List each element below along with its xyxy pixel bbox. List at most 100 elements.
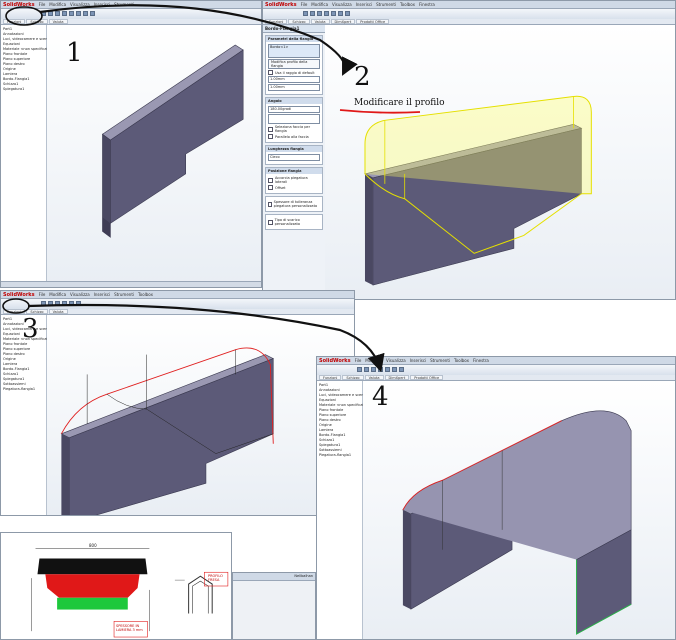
tab-schizzo[interactable]: Schizzo xyxy=(342,375,364,380)
menu-inserisci[interactable]: Inserisci xyxy=(94,2,110,7)
toolbar-icon[interactable] xyxy=(378,367,383,372)
menu-inserisci[interactable]: Inserisci xyxy=(356,2,372,7)
tab-dimxpert[interactable]: DimXpert xyxy=(384,375,410,380)
menu-visualizza[interactable]: Visualizza xyxy=(332,2,352,7)
menu-visualizza[interactable]: Visualizza xyxy=(70,2,90,7)
toolbar-icon[interactable] xyxy=(69,301,74,306)
menu-bar: SolidWorks File Modifica Visualizza Inse… xyxy=(1,291,354,299)
feature-tree: Part1 Annotazioni Luci, videocamere e sc… xyxy=(1,315,58,515)
menu-file[interactable]: File xyxy=(355,358,362,363)
tab-dimxpert[interactable]: DimXpert xyxy=(330,19,356,24)
face-selection-field[interactable] xyxy=(268,114,320,124)
graphics-area[interactable] xyxy=(325,25,675,299)
cutter-profile-label: PROFILO FRESA xyxy=(208,574,223,582)
dimension-label: 800 xyxy=(89,543,97,548)
length-type-select[interactable]: Cieco xyxy=(268,154,320,161)
tab-schizzo[interactable]: Schizzo xyxy=(26,19,48,24)
toolbar-icon[interactable] xyxy=(62,11,67,16)
menu-toolbox[interactable]: Toolbox xyxy=(454,358,469,363)
bend-radius-field[interactable]: 1.00mm xyxy=(268,76,320,83)
menu-strumenti[interactable]: Strumenti xyxy=(114,292,134,297)
toolbar-icon[interactable] xyxy=(338,11,343,16)
menu-file[interactable]: File xyxy=(39,292,46,297)
tab-funzioni[interactable]: Funzioni xyxy=(319,375,342,380)
menu-toolbox[interactable]: Toolbox xyxy=(138,292,153,297)
menu-inserisci[interactable]: Inserisci xyxy=(94,292,110,297)
menu-file[interactable]: File xyxy=(301,2,308,7)
toolbar-icon[interactable] xyxy=(41,11,46,16)
menu-finestra[interactable]: Finestra xyxy=(419,2,435,7)
gap-field[interactable]: 1.00mm xyxy=(268,84,320,91)
tab-prodotti-office[interactable]: Prodotti Office xyxy=(356,19,390,24)
use-default-radius-label: Usa il raggio di default xyxy=(275,70,315,75)
offset-checkbox[interactable] xyxy=(268,185,273,190)
tree-item[interactable]: Piegatura-flangia1 xyxy=(3,387,44,392)
menu-toolbox[interactable]: Toolbox xyxy=(400,2,415,7)
tree-item[interactable]: Piegatura-flangia1 xyxy=(319,453,360,458)
tab-schizzo[interactable]: Schizzo xyxy=(288,19,310,24)
tab-prodotti-office[interactable]: Prodotti Office xyxy=(410,375,444,380)
toolbar-icon[interactable] xyxy=(41,301,46,306)
toolbar-icon[interactable] xyxy=(392,367,397,372)
flange-preview-view xyxy=(364,95,592,286)
toolbar-icon[interactable] xyxy=(90,11,95,16)
menu-file[interactable]: File xyxy=(39,2,46,7)
menu-finestra[interactable]: Finestra xyxy=(473,358,489,363)
solidworks-logo: SolidWorks xyxy=(3,1,35,8)
toolbar-icon[interactable] xyxy=(76,11,81,16)
menu-modifica[interactable]: Modifica xyxy=(49,2,66,7)
toolbar-icon[interactable] xyxy=(48,11,53,16)
edge-selection-field[interactable]: Bordo<1> xyxy=(268,44,320,58)
parallel-face-radio[interactable] xyxy=(268,134,273,139)
toolbar-icon[interactable] xyxy=(48,301,53,306)
selection-face-radio[interactable] xyxy=(268,126,273,132)
menu-strumenti[interactable]: Strumenti xyxy=(114,2,134,7)
inset-title-text: Nellbalhan xyxy=(294,574,313,578)
toolbar-icon[interactable] xyxy=(303,11,308,16)
menu-strumenti[interactable]: Strumenti xyxy=(376,2,396,7)
tab-funzioni[interactable]: Funzioni xyxy=(265,19,288,24)
toolbar-icon[interactable] xyxy=(83,11,88,16)
trim-side-checkbox[interactable] xyxy=(268,177,273,183)
tab-valuta[interactable]: Valuta xyxy=(364,375,384,380)
menu-visualizza[interactable]: Visualizza xyxy=(386,358,406,363)
tree-item[interactable]: Spiegatura1 xyxy=(3,87,44,92)
toolbar-icon[interactable] xyxy=(76,301,81,306)
toolbar-icon[interactable] xyxy=(55,11,60,16)
toolbar-icon[interactable] xyxy=(69,11,74,16)
tab-valuta[interactable]: Valuta xyxy=(48,19,68,24)
toolbar-icon[interactable] xyxy=(324,11,329,16)
menu-bar: SolidWorks File Modifica Visualizza Inse… xyxy=(263,1,675,9)
use-default-radius-checkbox[interactable] xyxy=(268,70,273,75)
toolbar-icon[interactable] xyxy=(371,367,376,372)
menu-modifica[interactable]: Modifica xyxy=(365,358,382,363)
graphics-area[interactable] xyxy=(363,381,675,639)
toolbar-icon[interactable] xyxy=(55,301,60,306)
edit-profile-annotation: Modificare il profilo xyxy=(354,98,445,108)
toolbar-icon[interactable] xyxy=(345,11,350,16)
menu-strumenti[interactable]: Strumenti xyxy=(430,358,450,363)
toolbar-icon[interactable] xyxy=(385,367,390,372)
custom-relief-checkbox[interactable] xyxy=(268,219,273,225)
menu-inserisci[interactable]: Inserisci xyxy=(410,358,426,363)
toolbar-icon[interactable] xyxy=(310,11,315,16)
inset-window-title: Nellbalhan xyxy=(233,573,315,581)
angle-field[interactable]: 180.00gradi xyxy=(268,106,320,113)
toolbar-icon[interactable] xyxy=(331,11,336,16)
toolbar-icon[interactable] xyxy=(399,367,404,372)
menu-modifica[interactable]: Modifica xyxy=(49,292,66,297)
tab-valuta[interactable]: Valuta xyxy=(48,309,68,314)
toolbar-icon[interactable] xyxy=(357,367,362,372)
toolbar-icon[interactable] xyxy=(317,11,322,16)
offset-label: Offset xyxy=(275,185,286,190)
edit-flange-profile-button[interactable]: Modifica profilo della flangia xyxy=(268,59,320,69)
tab-funzioni[interactable]: Funzioni xyxy=(3,19,26,24)
custom-allowance-checkbox[interactable] xyxy=(268,201,272,207)
pm-section-title: Parametri della flangia xyxy=(266,36,322,42)
graphics-area[interactable] xyxy=(47,315,354,515)
tab-valuta[interactable]: Valuta xyxy=(310,19,330,24)
menu-visualizza[interactable]: Visualizza xyxy=(70,292,90,297)
toolbar-icon[interactable] xyxy=(364,367,369,372)
toolbar-icon[interactable] xyxy=(62,301,67,306)
menu-modifica[interactable]: Modifica xyxy=(311,2,328,7)
